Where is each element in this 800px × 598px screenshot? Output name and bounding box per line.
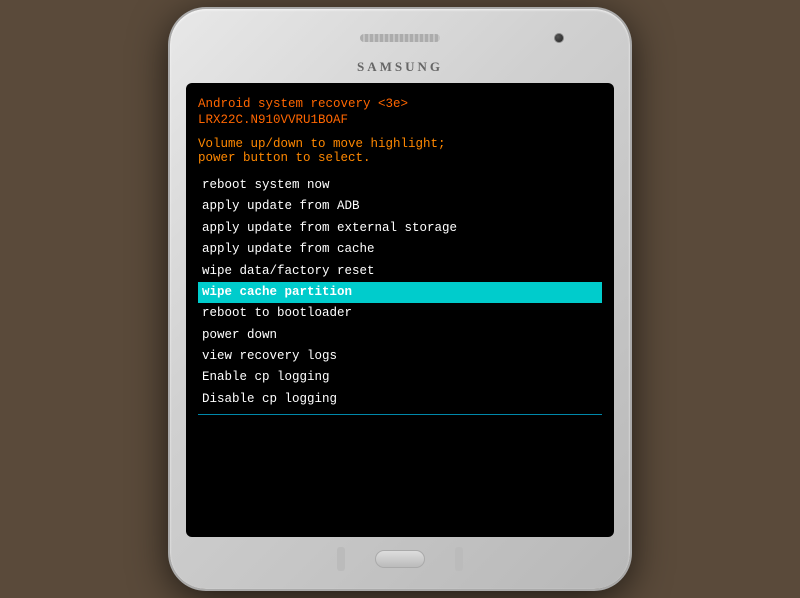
- left-side-button: [337, 547, 345, 571]
- menu-divider: [198, 414, 602, 415]
- phone-device: SAMSUNG Android system recovery <3e> LRX…: [170, 9, 630, 589]
- right-side-button: [455, 547, 463, 571]
- menu-item-10[interactable]: Disable cp logging: [198, 389, 602, 410]
- samsung-logo: SAMSUNG: [357, 59, 443, 75]
- phone-top-bar: [186, 27, 614, 49]
- menu-item-7[interactable]: power down: [198, 325, 602, 346]
- instruction-text: Volume up/down to move highlight; power …: [198, 137, 602, 165]
- speaker-grille: [360, 34, 440, 42]
- menu-item-1[interactable]: apply update from ADB: [198, 196, 602, 217]
- camera-dot: [554, 33, 564, 43]
- home-button[interactable]: [375, 550, 425, 568]
- menu-list: reboot system nowapply update from ADBap…: [198, 175, 602, 410]
- menu-item-6[interactable]: reboot to bootloader: [198, 303, 602, 324]
- recovery-header-line2: LRX22C.N910VVRU1BOAF: [198, 113, 602, 127]
- menu-item-4[interactable]: wipe data/factory reset: [198, 261, 602, 282]
- menu-item-3[interactable]: apply update from cache: [198, 239, 602, 260]
- recovery-header-line1: Android system recovery <3e>: [198, 97, 602, 111]
- menu-item-5[interactable]: wipe cache partition: [198, 282, 602, 303]
- home-button-area: [186, 547, 614, 571]
- menu-item-9[interactable]: Enable cp logging: [198, 367, 602, 388]
- menu-item-2[interactable]: apply update from external storage: [198, 218, 602, 239]
- menu-item-0[interactable]: reboot system now: [198, 175, 602, 196]
- menu-item-8[interactable]: view recovery logs: [198, 346, 602, 367]
- phone-screen: Android system recovery <3e> LRX22C.N910…: [186, 83, 614, 537]
